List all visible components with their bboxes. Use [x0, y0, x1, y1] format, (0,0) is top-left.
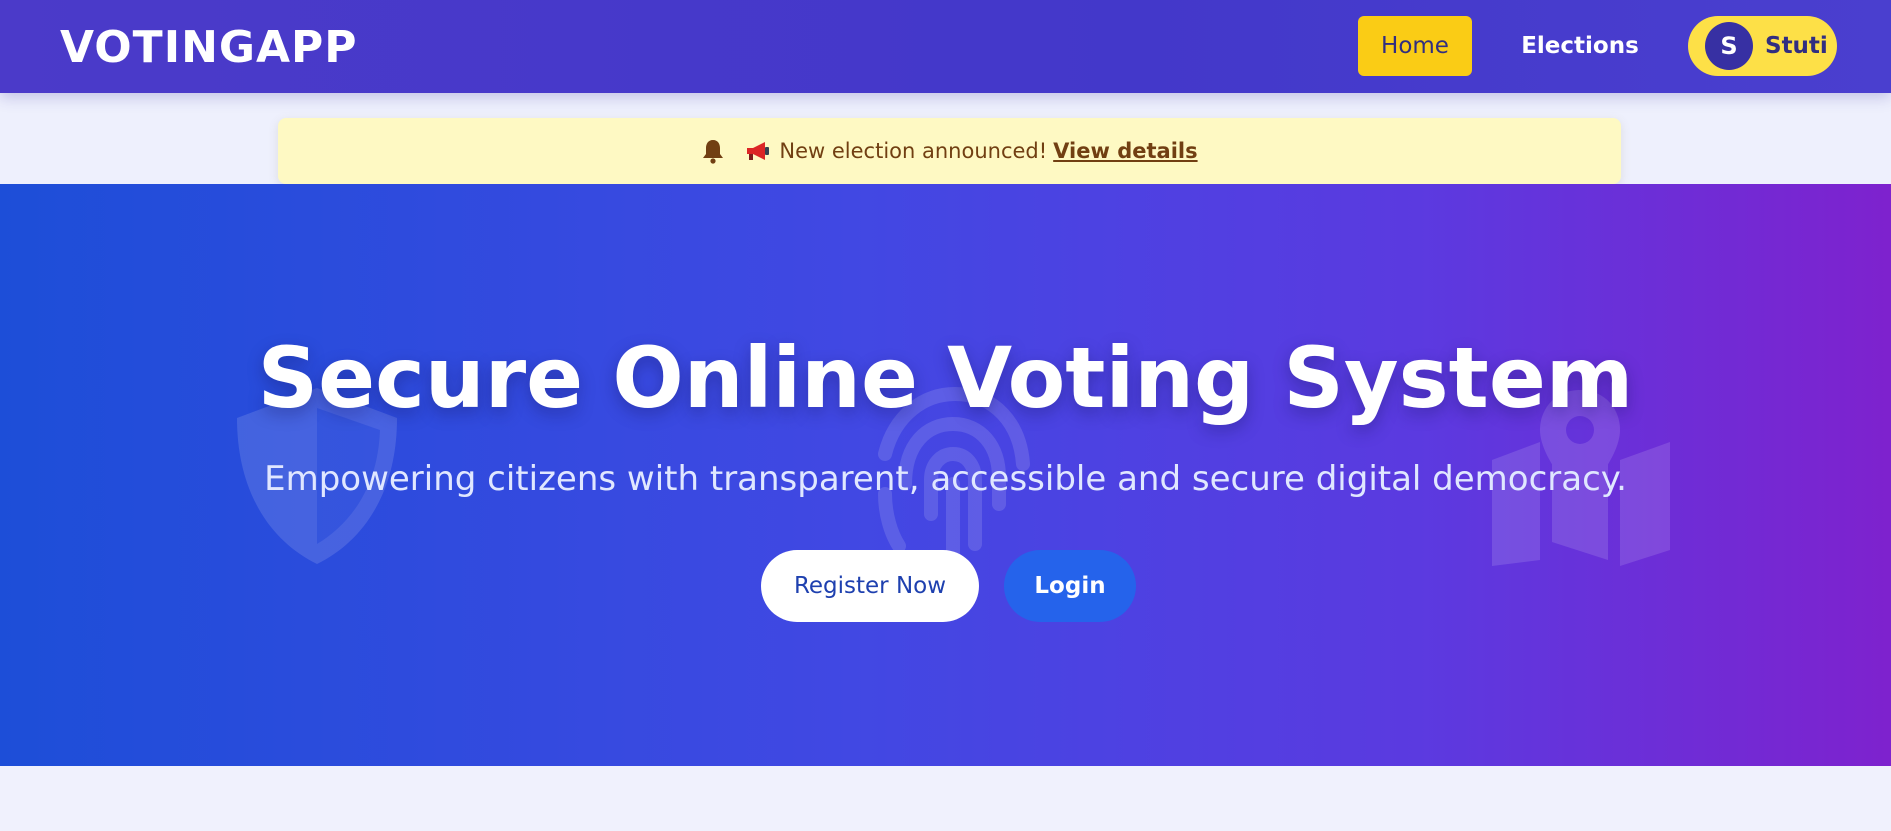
announcement-banner: New election announced! View details [278, 118, 1621, 184]
user-menu[interactable]: S Stuti [1688, 16, 1837, 76]
brand-logo[interactable]: VOTINGAPP [60, 22, 358, 73]
user-name: Stuti [1765, 33, 1828, 59]
hero-subtitle: Empowering citizens with transparent, ac… [264, 459, 1627, 499]
top-navbar: VOTINGAPP Home Elections S Stuti [0, 0, 1891, 93]
page-title: Secure Online Voting System [257, 329, 1634, 427]
nav-home-link[interactable]: Home [1358, 16, 1472, 76]
announcement-text: New election announced! [779, 139, 1048, 163]
avatar: S [1705, 22, 1753, 70]
login-button[interactable]: Login [1004, 550, 1136, 622]
register-button[interactable]: Register Now [761, 550, 979, 622]
hero-section: Secure Online Voting System Empowering c… [0, 184, 1891, 766]
megaphone-icon [745, 140, 771, 162]
bell-icon [701, 138, 725, 164]
nav-elections-link[interactable]: Elections [1510, 16, 1650, 76]
content-area [0, 766, 1891, 831]
view-details-link[interactable]: View details [1053, 139, 1197, 163]
